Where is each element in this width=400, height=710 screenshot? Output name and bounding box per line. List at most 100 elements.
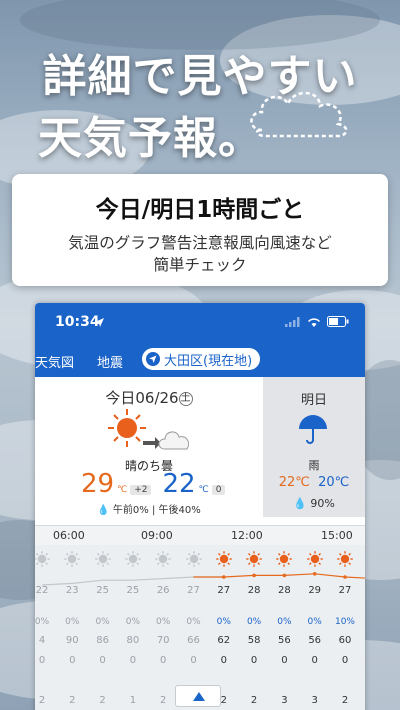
feature-desc-line1: 気温のグラフ警告注意報風向風速など [68,234,332,252]
sun-icon [94,551,111,567]
hourly-precip-prob: 0% [125,617,141,627]
hourly-rainfall: 0 [281,655,288,666]
umbrella-icon [299,415,327,444]
sun-icon [246,551,262,567]
sun-icon [215,551,232,567]
hourly-humidity: 70 [156,635,170,646]
today-date-text: 今日06/26 [105,389,179,407]
hourly-wind: 2 [250,695,258,706]
hourly-column: 26 10% 64 0 4 [360,545,365,710]
hourly-humidity: 86 [96,635,109,646]
hourly-precip-prob: 0% [246,617,262,627]
today-high-diff: +2 [130,485,152,495]
sun-icon [35,551,50,567]
hourly-precip-prob: 0% [216,617,231,627]
timeline-label: 06:00 [53,529,85,542]
hourly-wind: 2 [341,695,349,706]
sun-icon [337,551,353,567]
today-panel[interactable]: 今日06/26 土 晴のち曇 29 ℃ +2 22 ℃ 0 💧 午前0% | 午後… [35,377,263,517]
wifi-icon [307,317,321,327]
location-button[interactable]: 大田区(現在地) [142,348,261,370]
hourly-temp: 28 [247,585,261,596]
sun-icon [306,551,323,567]
sunny-then-cloudy-icon [108,409,190,450]
hourly-temp: 27 [187,585,200,596]
tomorrow-label: 明日 [300,393,327,408]
today-low-diff: 0 [211,485,226,495]
hourly-temp: 25 [126,585,140,596]
hourly-wind: 4 [360,695,365,706]
nav-item-weather-map[interactable]: 天気図 [35,352,74,371]
hourly-rainfall: 0 [360,655,365,666]
hourly-precip-prob: 0% [65,617,80,627]
hourly-column: 23 0% 90 0 2 [57,545,87,710]
hourly-temp: 27 [338,585,352,596]
hourly-rainfall: 0 [129,655,137,666]
hourly-humidity: 64 [360,635,365,646]
hourly-column: 28 0% 58 0 2 [239,545,269,710]
hourly-precip-prob: 10% [334,617,355,627]
hourly-wind: 3 [311,695,318,706]
hourly-column: 27 10% 60 0 2 [330,545,360,710]
tomorrow-rain-text: 90% [310,497,335,510]
hourly-column: 25 0% 86 0 2 [88,545,118,710]
hourly-humidity: 60 [338,635,352,646]
hourly-humidity: 4 [38,635,46,646]
chevron-up-icon [193,692,205,701]
location-label: 大田区(現在地) [164,353,253,369]
hourly-rainfall: 0 [160,655,167,666]
battery-icon [327,316,349,327]
hourly-rainfall: 0 [311,655,318,666]
feature-description: 気温のグラフ警告注意報風向風速など 簡単チェック [12,232,388,276]
hourly-humidity: 58 [247,635,261,646]
signal-icon [285,316,300,327]
feature-desc-line2: 簡単チェック [153,256,247,274]
sun-icon [125,551,141,567]
hourly-temp: 28 [278,585,291,596]
hourly-temp: 25 [96,585,109,596]
hourly-precip-prob: 0% [277,617,292,627]
tomorrow-panel[interactable]: 明日 雨 22℃ 20℃ 💧 90% [263,377,365,517]
scroll-up-button[interactable] [175,685,221,707]
sun-icon [185,551,202,567]
hourly-humidity: 56 [308,635,322,646]
hourly-temp: 27 [217,585,231,596]
nav-item-earthquake[interactable]: 地震 [97,352,123,371]
hourly-column: 29 0% 56 0 3 [300,545,330,710]
phone-screen: 10:34 天気図 地震 大田区(現在地) 今日06/26 土 晴のち曇 29 … [35,303,365,710]
sun-icon [276,551,293,567]
hourly-precip-prob: 10% [360,617,365,627]
hourly-wind: 2 [69,695,76,706]
timeline-label: 09:00 [141,529,173,542]
hourly-temp: 23 [65,585,79,596]
nav-bar: 天気図 地震 大田区(現在地) [35,343,365,377]
hourly-column: 26 0% 70 0 2 [148,545,178,710]
raindrop-icon: 💧 [97,505,110,516]
hourly-precip-prob: 0% [186,617,201,627]
today-high-unit: ℃ [117,485,128,495]
today-rain: 💧 午前0% | 午後40% [35,501,263,516]
headline-line2: 天気予報。 [38,113,263,164]
status-time: 10:34 [55,314,100,330]
tomorrow-rain: 💧 90% [263,497,365,510]
hourly-wind: 1 [129,695,137,706]
status-bar: 10:34 [35,303,365,343]
today-date: 今日06/26 土 [35,387,263,408]
hourly-humidity: 80 [126,635,140,646]
hourly-timeline: 06:00 09:00 12:00 15:00 [35,525,365,545]
hourly-precip-prob: 0% [307,617,322,627]
hourly-wind: 2 [160,695,167,706]
hourly-rainfall: 0 [250,655,258,666]
hourly-wind: 2 [38,695,46,706]
location-icon [146,352,160,366]
hourly-column: 25 0% 80 0 1 [118,545,148,710]
sun-icon [155,551,171,567]
today-dow: 土 [178,391,193,406]
tomorrow-low: 20℃ [318,475,350,490]
today-low: 22 [162,469,196,499]
hourly-rainfall: 0 [38,655,46,666]
hourly-rainfall: 0 [341,655,349,666]
tomorrow-condition: 雨 [308,459,320,472]
hourly-rainfall: 0 [220,655,227,666]
hourly-rainfall: 0 [99,655,106,666]
